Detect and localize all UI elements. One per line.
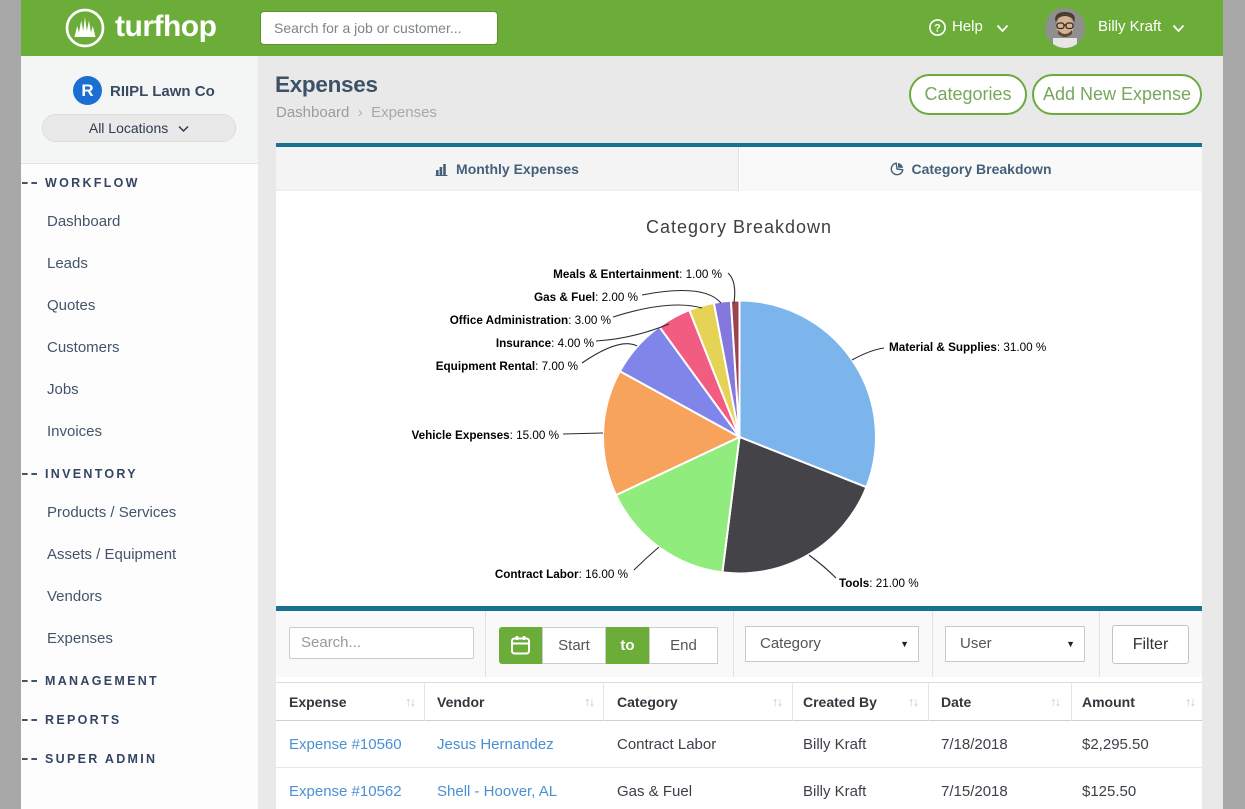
svg-text:Insurance: 4.00 %: Insurance: 4.00 % xyxy=(496,337,594,350)
svg-text:Equipment Rental: 7.00 %: Equipment Rental: 7.00 % xyxy=(436,360,578,373)
svg-text:Meals & Entertainment: 1.00 %: Meals & Entertainment: 1.00 % xyxy=(553,268,722,281)
svg-text:Office Administration: 3.00 %: Office Administration: 3.00 % xyxy=(450,314,611,327)
svg-text:Vehicle Expenses: 15.00 %: Vehicle Expenses: 15.00 % xyxy=(412,429,560,442)
svg-text:?: ? xyxy=(934,22,941,34)
svg-text:Tools: 21.00 %: Tools: 21.00 % xyxy=(839,577,919,590)
svg-text:Contract Labor: 16.00 %: Contract Labor: 16.00 % xyxy=(495,568,628,581)
svg-text:Material & Supplies: 31.00 %: Material & Supplies: 31.00 % xyxy=(889,341,1046,354)
svg-text:Category Breakdown: Category Breakdown xyxy=(646,217,832,237)
svg-text:Gas & Fuel: 2.00 %: Gas & Fuel: 2.00 % xyxy=(534,291,638,304)
